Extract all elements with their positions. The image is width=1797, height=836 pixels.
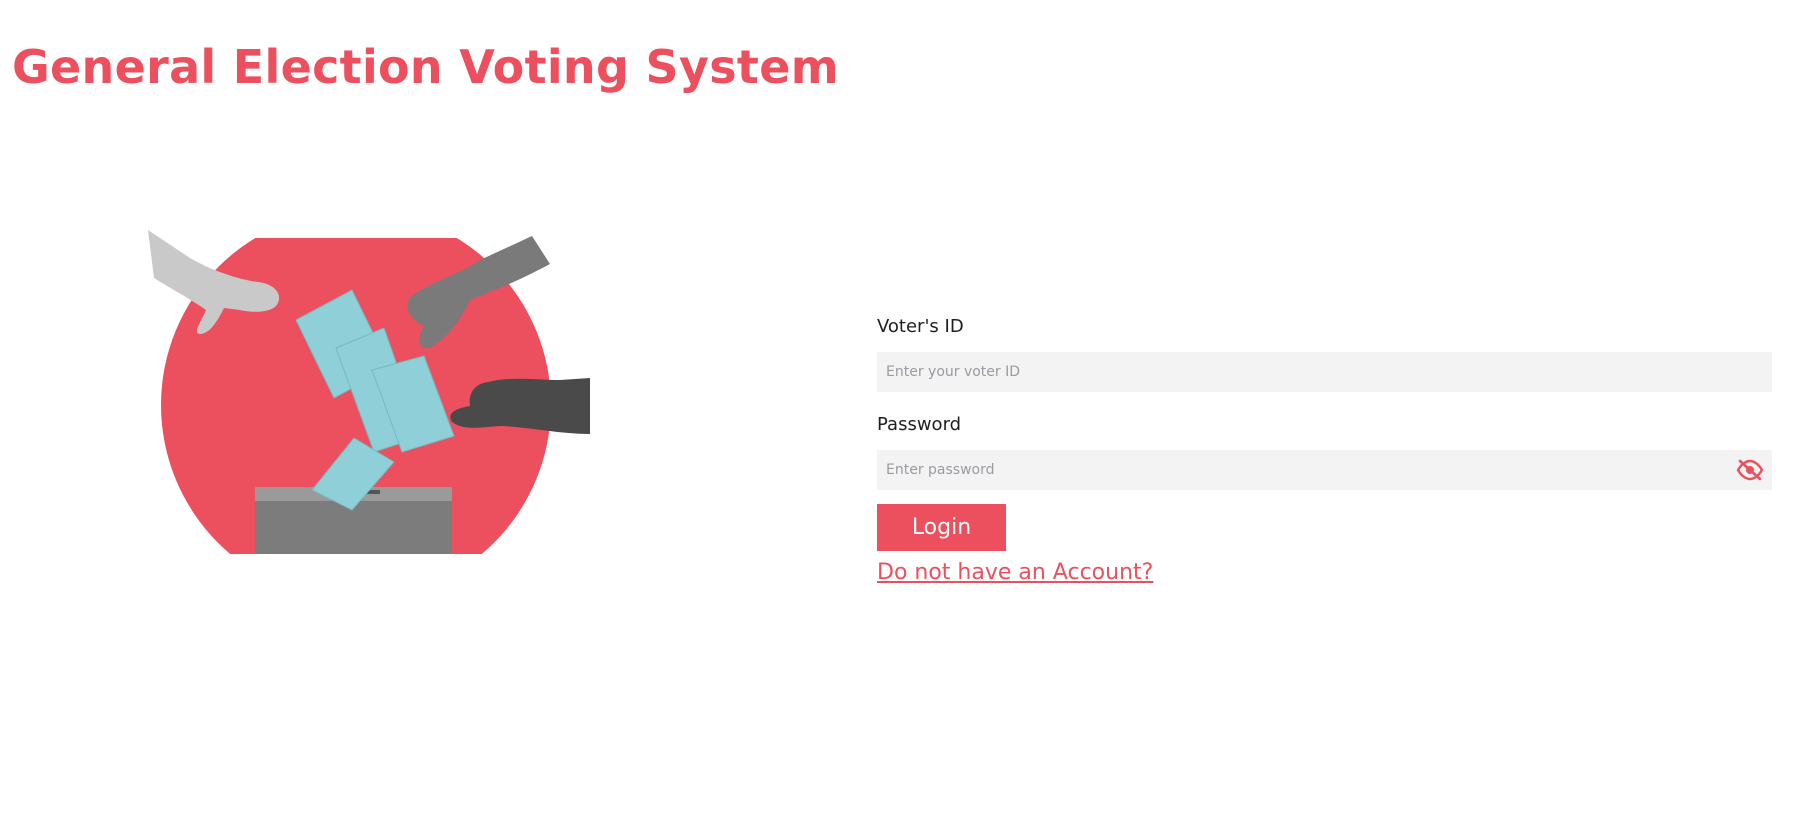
register-link[interactable]: Do not have an Account?: [877, 560, 1153, 585]
eye-slash-icon[interactable]: [1736, 459, 1764, 481]
password-field-container: [877, 450, 1772, 490]
voter-id-field-container: [877, 352, 1772, 392]
login-form: Voter's ID Password Login Do not have an…: [877, 314, 1772, 585]
login-button[interactable]: Login: [877, 504, 1006, 551]
ballot-illustration-graphic: [148, 230, 590, 554]
password-input[interactable]: [877, 450, 1772, 490]
voter-id-label: Voter's ID: [877, 316, 964, 337]
password-label: Password: [877, 414, 962, 435]
voter-id-input[interactable]: [877, 352, 1772, 392]
page-title: General Election Voting System: [12, 40, 839, 94]
ballot-box-illustration: [140, 230, 600, 556]
